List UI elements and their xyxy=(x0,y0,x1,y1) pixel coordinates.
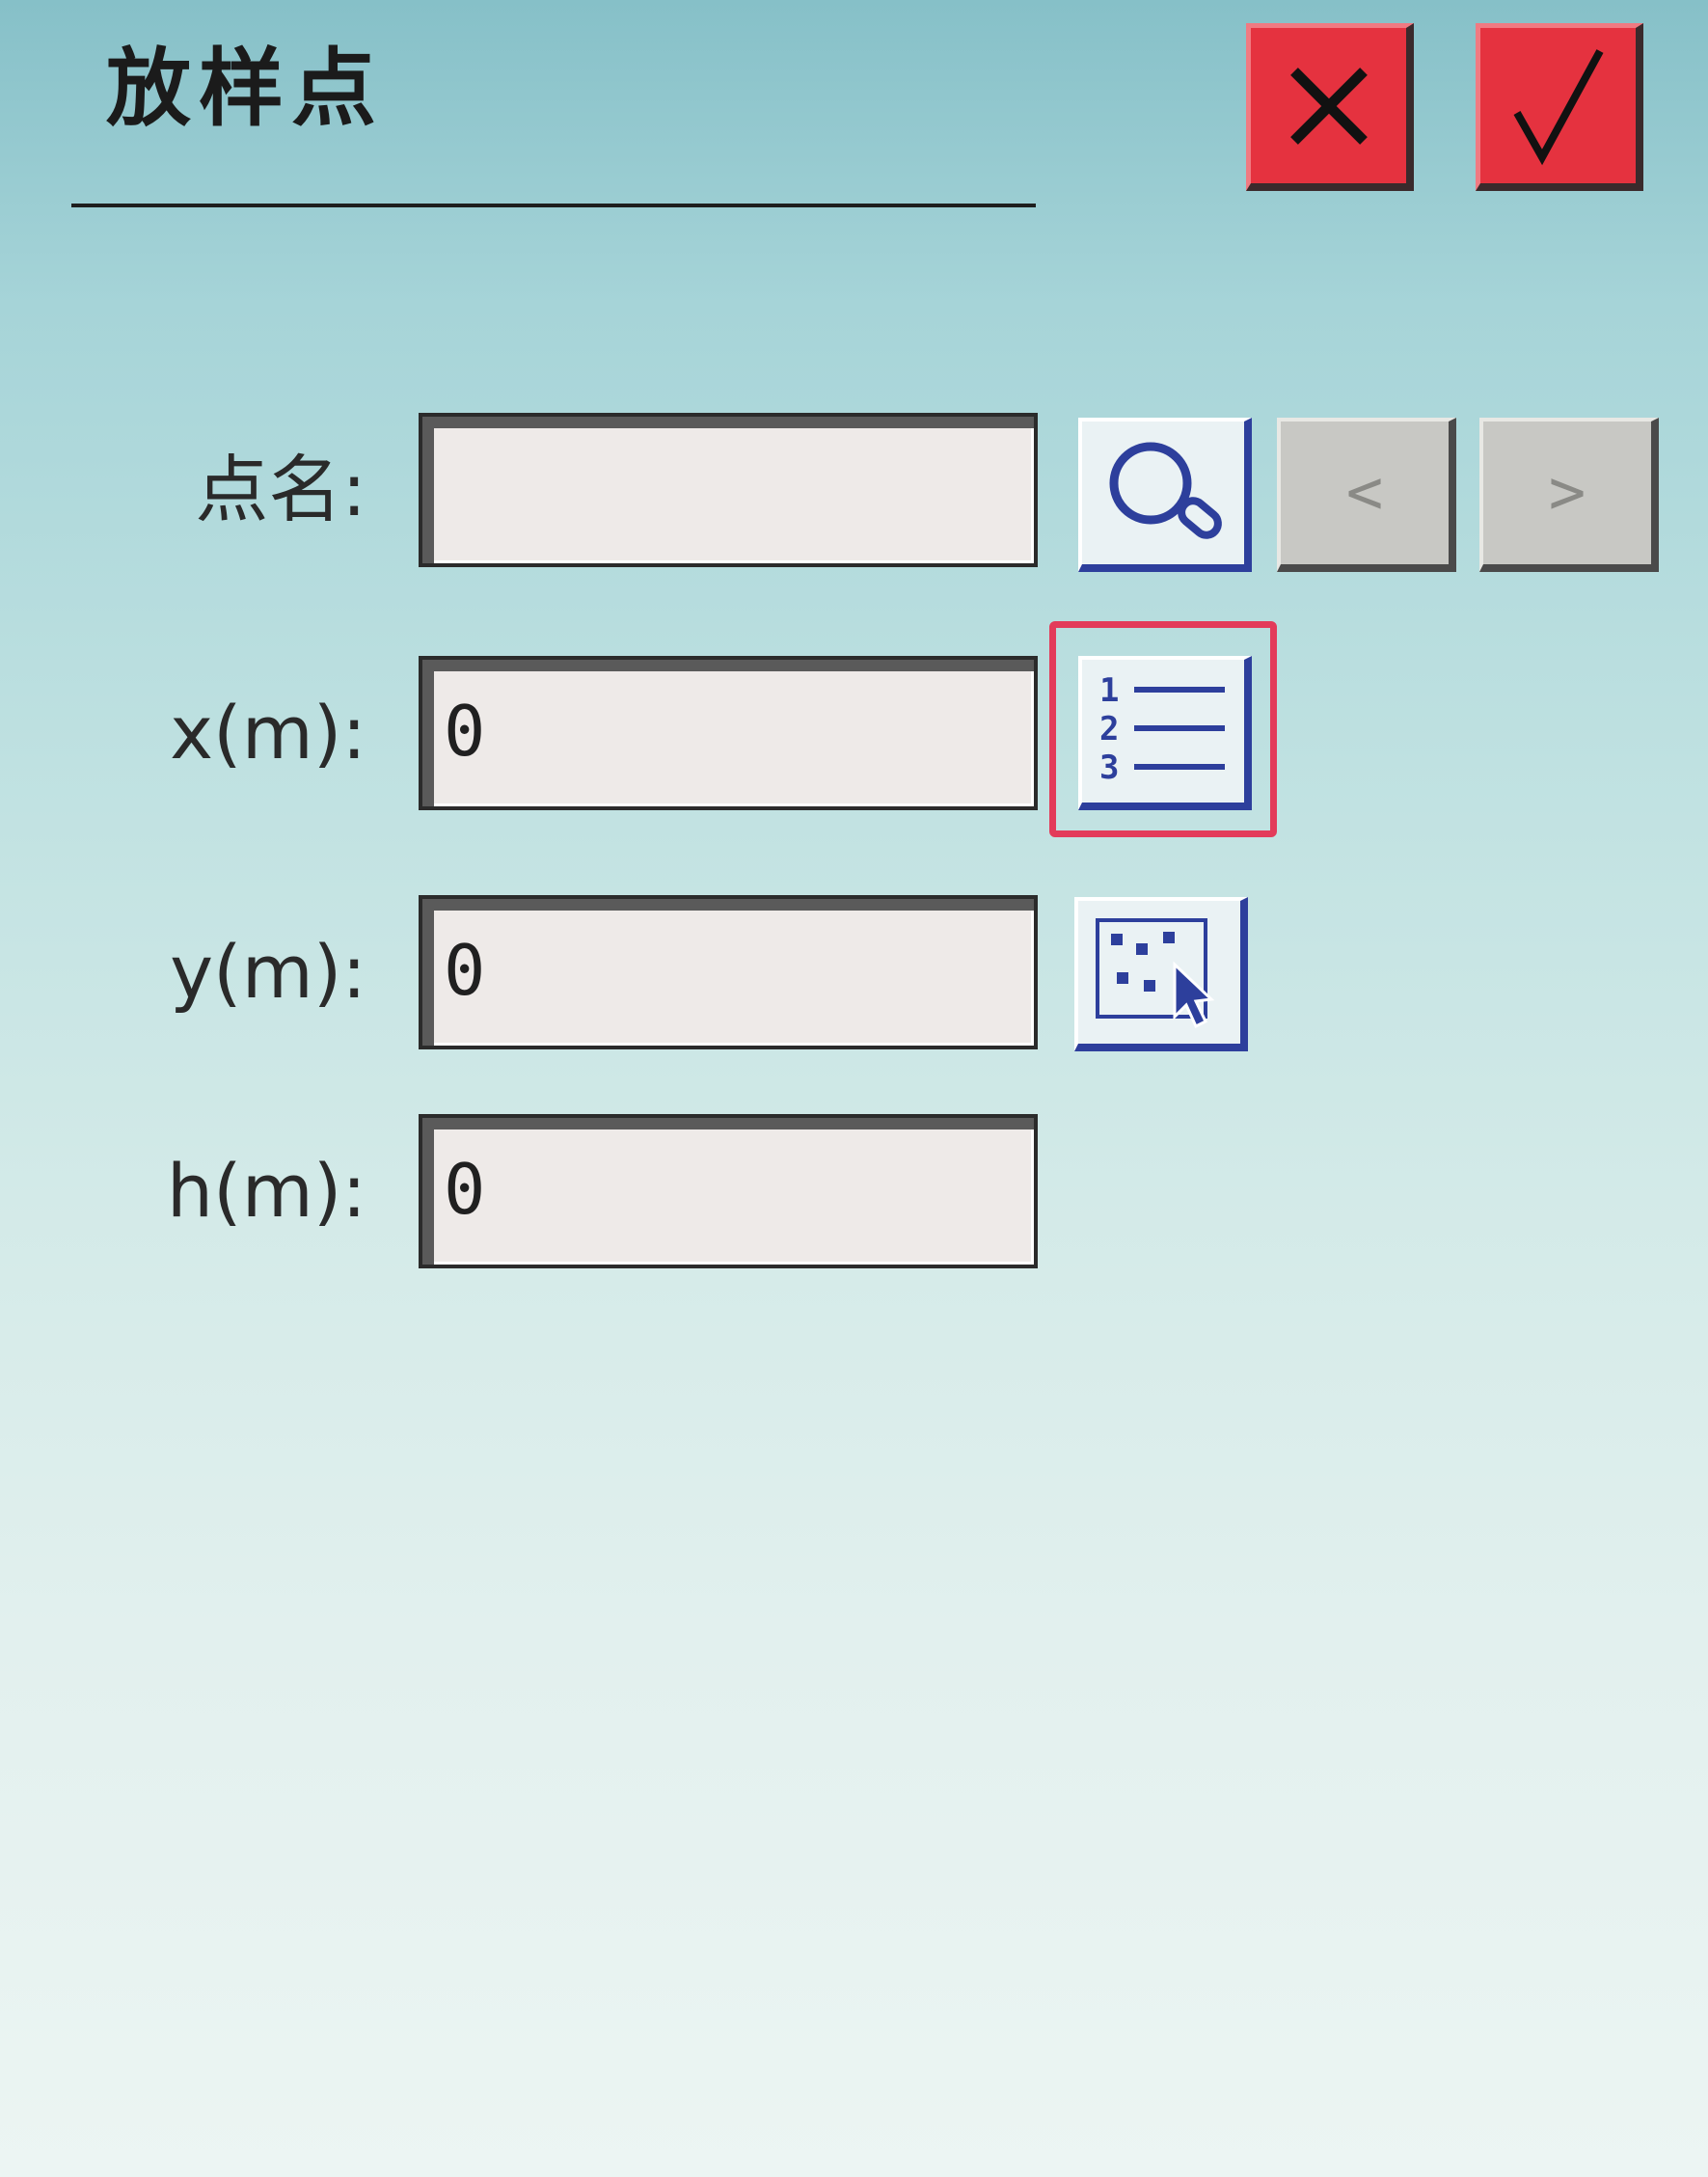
x-coordinate-input[interactable]: 0 xyxy=(419,656,1038,810)
page-title: 放样点 xyxy=(106,39,385,138)
numbered-list-icon: 1 2 3 xyxy=(1099,671,1225,787)
checkmark-icon xyxy=(1513,48,1604,165)
close-icon xyxy=(1289,67,1368,145)
x-label: x(m): xyxy=(170,690,366,776)
stakeout-point-dialog: 放样点 点名: < > x(m): 0 1 2 3 y(m): 0 h(m): … xyxy=(0,0,1708,2177)
point-list-button[interactable]: 1 2 3 xyxy=(1078,656,1252,810)
y-coordinate-input[interactable]: 0 xyxy=(419,895,1038,1049)
cancel-button[interactable] xyxy=(1246,23,1414,191)
point-name-input[interactable] xyxy=(419,413,1038,567)
title-divider xyxy=(71,204,1036,207)
next-point-button[interactable]: > xyxy=(1479,418,1659,572)
h-elevation-input[interactable]: 0 xyxy=(419,1114,1038,1268)
point-name-label: 点名: xyxy=(195,447,366,532)
svg-text:2: 2 xyxy=(1099,710,1119,748)
y-label: y(m): xyxy=(170,929,366,1015)
h-label: h(m): xyxy=(166,1148,366,1234)
search-button[interactable] xyxy=(1078,418,1252,572)
pick-point-button[interactable] xyxy=(1074,897,1248,1051)
search-icon xyxy=(1109,442,1222,539)
svg-text:1: 1 xyxy=(1099,671,1119,710)
previous-point-button[interactable]: < xyxy=(1277,418,1456,572)
confirm-button[interactable] xyxy=(1476,23,1643,191)
svg-text:3: 3 xyxy=(1099,748,1119,787)
point-select-icon xyxy=(1096,918,1215,1029)
